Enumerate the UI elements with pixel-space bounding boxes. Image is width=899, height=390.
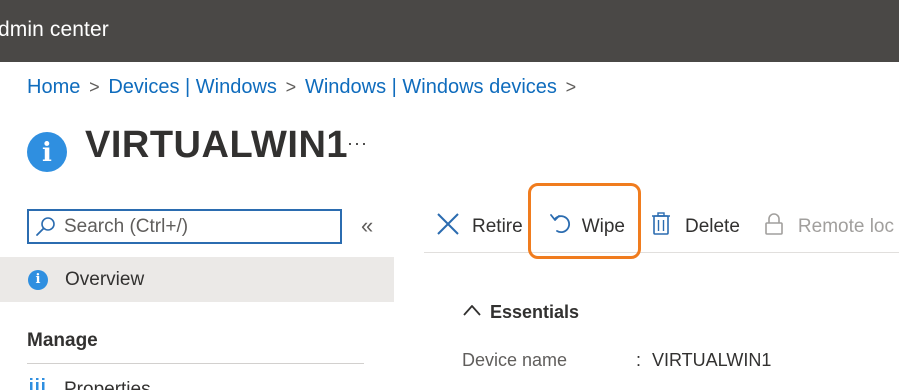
info-icon: i: [27, 132, 67, 172]
collapse-sidebar-button[interactable]: «: [361, 213, 373, 239]
retire-button[interactable]: Retire: [436, 212, 523, 242]
search-icon: [34, 215, 58, 239]
top-bar: dmin center: [0, 0, 899, 62]
search-input[interactable]: [64, 215, 324, 238]
wipe-button[interactable]: Wipe: [549, 212, 625, 242]
sidebar-item-properties[interactable]: Properties: [28, 376, 151, 390]
search-box[interactable]: [27, 209, 342, 244]
sidebar-item-label: Overview: [65, 268, 145, 290]
properties-icon: [28, 376, 50, 390]
remote-lock-label: Remote loc: [797, 216, 895, 237]
chevron-right-icon: >: [89, 77, 100, 97]
page-title: VIRTUALWIN1: [85, 123, 349, 166]
divider: [27, 363, 364, 364]
remote-lock-button[interactable]: Remote loc: [764, 212, 894, 242]
close-icon: [436, 212, 460, 242]
device-name-label: Device name: [462, 350, 568, 370]
chevron-right-icon: >: [285, 77, 297, 97]
breadcrumb-home-link[interactable]: Home: [27, 76, 80, 99]
command-bar: Retire Wipe Delete Remote loc: [424, 205, 894, 249]
page-header: i VIRTUALWIN1 ···: [27, 117, 367, 173]
essentials-toggle[interactable]: Essentials: [462, 302, 579, 323]
retire-label: Retire: [472, 216, 523, 237]
delete-button[interactable]: Delete: [651, 212, 740, 242]
breadcrumb-windows-devices-link[interactable]: Windows | Windows devices: [305, 76, 557, 99]
sidebar-item-label: Properties: [64, 378, 151, 390]
wipe-label: Wipe: [581, 216, 625, 237]
undo-icon: [549, 212, 571, 242]
field-separator: :: [636, 350, 642, 370]
manage-section-heading: Manage: [27, 330, 98, 351]
chevron-right-icon: >: [565, 77, 577, 97]
divider: [424, 252, 899, 253]
breadcrumb-devices-windows-link[interactable]: Devices | Windows: [108, 76, 277, 99]
app-title: dmin center: [0, 18, 109, 41]
essentials-heading: Essentials: [490, 302, 580, 322]
info-icon: i: [28, 269, 48, 290]
trash-icon: [651, 212, 671, 242]
breadcrumb: Home > Devices | Windows > Windows | Win…: [27, 76, 585, 99]
lock-icon: [764, 212, 784, 242]
delete-label: Delete: [684, 216, 740, 237]
chevron-up-icon: [462, 302, 482, 323]
sidebar-item-overview[interactable]: i Overview: [0, 257, 394, 302]
device-name-value: VIRTUALWIN1: [652, 350, 772, 370]
more-options-button[interactable]: ···: [347, 133, 368, 154]
